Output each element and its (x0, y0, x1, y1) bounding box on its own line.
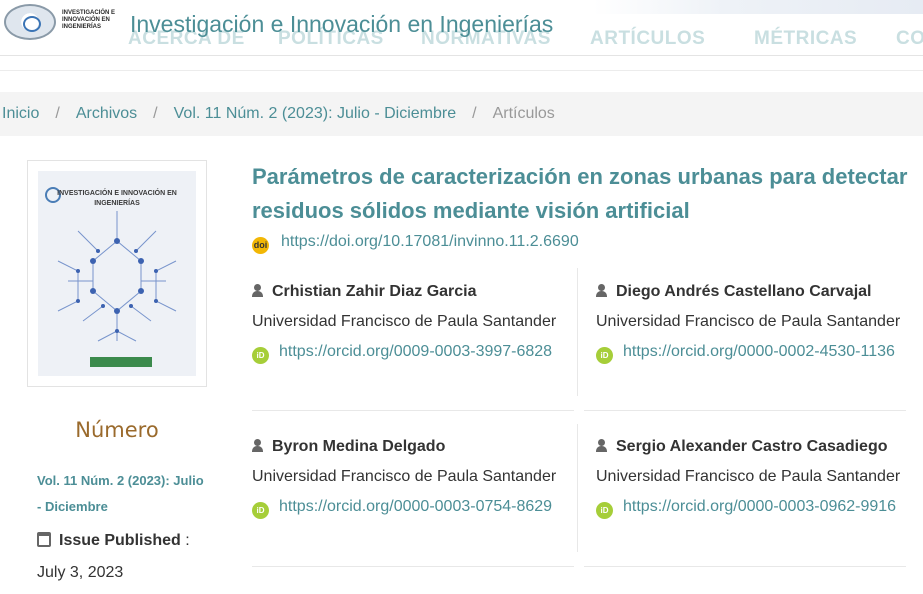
breadcrumb-separator: / (153, 105, 158, 122)
orcid-icon: iD (252, 347, 269, 364)
author-card: Sergio Alexander Castro Casadiego Univer… (596, 438, 906, 522)
orcid-icon: iD (596, 502, 613, 519)
user-icon (252, 439, 263, 452)
logo-emblem-icon (4, 4, 56, 40)
calendar-icon (37, 532, 51, 547)
author-divider (577, 268, 578, 396)
header-background (593, 0, 923, 14)
divider (0, 70, 923, 71)
nav-item-metricas[interactable]: MÉTRICAS (754, 28, 857, 50)
issue-link[interactable]: Vol. 11 Núm. 2 (2023): Julio - Diciembre (37, 468, 207, 520)
orcid-link[interactable]: https://orcid.org/0000-0002-4530-1136 (623, 343, 895, 360)
author-orcid: iD https://orcid.org/0000-0003-0962-9916 (596, 492, 906, 522)
author-orcid: iD https://orcid.org/0000-0002-4530-1136 (596, 337, 906, 367)
breadcrumb-issue[interactable]: Vol. 11 Núm. 2 (2023): Julio - Diciembre (174, 105, 456, 123)
author-name: Crhistian Zahir Diaz Garcia (252, 283, 572, 313)
author-name: Diego Andrés Castellano Carvajal (596, 283, 906, 313)
user-icon (596, 284, 607, 297)
issue-cover-link[interactable]: INVESTIGACIÓN E INNOVACIÓN EN INGENIERÍA… (27, 160, 207, 387)
breadcrumb-separator: / (55, 105, 60, 122)
article-title: Parámetros de caracterización en zonas u… (252, 164, 908, 223)
nav-item-articulos[interactable]: ARTÍCULOS (590, 28, 705, 50)
orcid-icon: iD (596, 347, 613, 364)
site-title[interactable]: Investigación e Innovación en Ingeniería… (130, 11, 553, 38)
site-header: ACERCA DE POLÍTICAS NORMATIVAS ARTÍCULOS… (0, 0, 923, 56)
orcid-icon: iD (252, 502, 269, 519)
author-name-text: Diego Andrés Castellano Carvajal (616, 283, 872, 300)
issue-cover-image: INVESTIGACIÓN E INNOVACIÓN EN INGENIERÍA… (38, 171, 196, 376)
author-orcid: iD https://orcid.org/0009-0003-3997-6828 (252, 337, 572, 367)
author-name-text: Byron Medina Delgado (272, 438, 446, 455)
user-icon (596, 439, 607, 452)
author-card: Byron Medina Delgado Universidad Francis… (252, 438, 572, 522)
author-divider (577, 424, 578, 552)
breadcrumb-separator: / (472, 105, 477, 122)
user-icon (252, 284, 263, 297)
author-name-text: Crhistian Zahir Diaz Garcia (272, 283, 477, 300)
published-date: July 3, 2023 (37, 564, 124, 581)
author-card: Crhistian Zahir Diaz Garcia Universidad … (252, 283, 572, 367)
logo-text: INVESTIGACIÓN E INNOVACIÓN EN INGENIERÍA… (62, 10, 116, 30)
author-divider (584, 566, 906, 567)
breadcrumb: Inicio / Archivos / Vol. 11 Núm. 2 (2023… (0, 92, 923, 136)
author-orcid: iD https://orcid.org/0000-0003-0754-8629 (252, 492, 572, 522)
orcid-link[interactable]: https://orcid.org/0000-0003-0962-9916 (623, 498, 896, 515)
breadcrumb-current: Artículos (492, 105, 555, 122)
site-logo[interactable]: INVESTIGACIÓN E INNOVACIÓN EN INGENIERÍA… (4, 4, 115, 42)
author-name: Sergio Alexander Castro Casadiego (596, 438, 906, 468)
author-divider (252, 566, 574, 567)
doi-link[interactable]: https://doi.org/10.17081/invinno.11.2.66… (281, 233, 579, 250)
cover-circuit-graphic (57, 211, 177, 342)
author-card: Diego Andrés Castellano Carvajal Univers… (596, 283, 906, 367)
issue-published: Issue Published : (37, 532, 190, 550)
breadcrumb-archives[interactable]: Archivos (76, 105, 137, 123)
nav-item-more[interactable]: CO (896, 28, 923, 50)
published-colon: : (185, 532, 190, 549)
cover-publisher-logo (90, 357, 152, 367)
author-name: Byron Medina Delgado (252, 438, 572, 468)
author-name-text: Sergio Alexander Castro Casadiego (616, 438, 888, 455)
orcid-link[interactable]: https://orcid.org/0000-0003-0754-8629 (279, 498, 552, 515)
doi-icon: doi (252, 237, 269, 254)
doi-row: doi https://doi.org/10.17081/invinno.11.2… (252, 233, 579, 254)
author-divider (252, 410, 574, 411)
issue-heading: Número (75, 418, 159, 442)
published-label: Issue Published (59, 532, 181, 549)
author-divider (584, 410, 906, 411)
orcid-link[interactable]: https://orcid.org/0009-0003-3997-6828 (279, 343, 552, 360)
breadcrumb-home[interactable]: Inicio (2, 105, 39, 123)
